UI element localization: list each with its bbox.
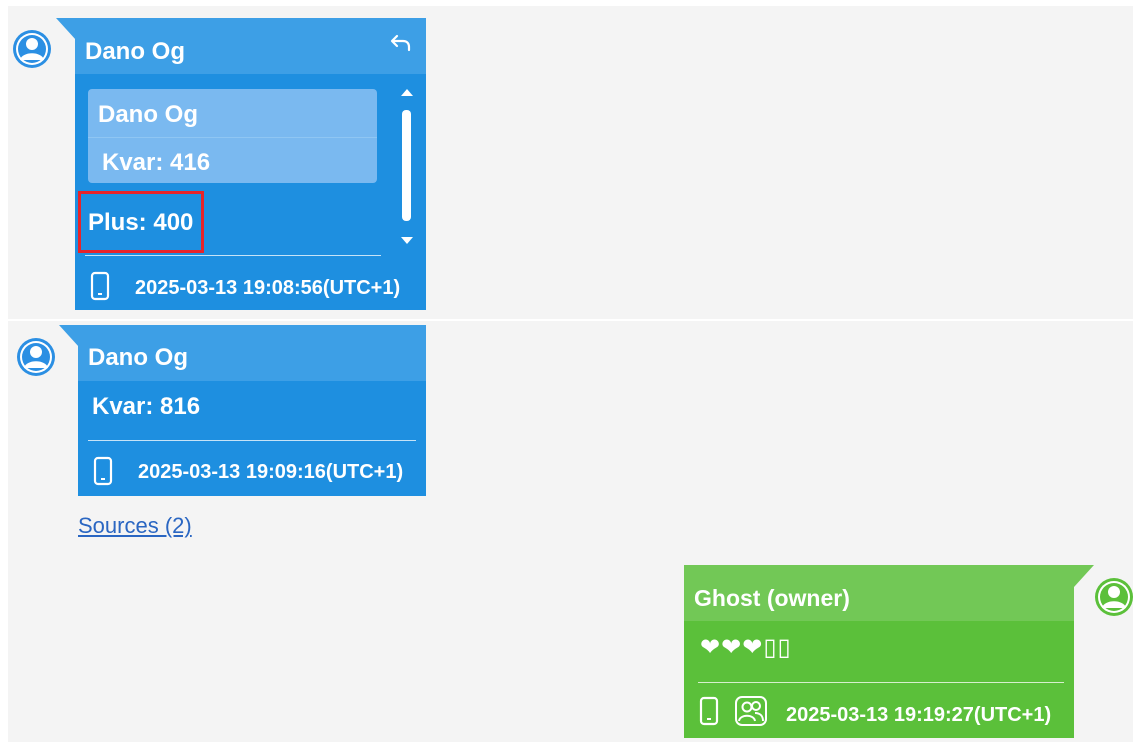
scroll-up-arrow-icon[interactable] (399, 86, 415, 98)
scroll-down-arrow-icon[interactable] (399, 235, 415, 247)
message-timestamp: 2025-03-13 19:09:16(UTC+1) (138, 461, 404, 483)
message-bubble: Dano Og Kvar: 816 2025-03-13 19:09:16(UT… (78, 325, 426, 496)
user-avatar-icon[interactable] (16, 337, 56, 377)
scrollbar-thumb[interactable] (402, 110, 411, 221)
phone-icon (699, 696, 719, 726)
quoted-sender: Dano Og (98, 101, 198, 128)
message-timestamp: 2025-03-13 19:19:27(UTC+1) (786, 704, 1052, 726)
reply-icon[interactable] (390, 34, 412, 52)
sources-link[interactable]: Sources (2) (78, 513, 192, 539)
user-avatar-icon[interactable] (12, 29, 52, 69)
user-avatar-icon[interactable] (1094, 577, 1133, 617)
phone-icon (90, 271, 110, 301)
message-timestamp: 2025-03-13 19:08:56(UTC+1) (135, 277, 401, 299)
quoted-text: Kvar: 416 (102, 149, 211, 176)
sender-name: Dano Og (85, 38, 185, 65)
sender-name: Dano Og (88, 344, 188, 371)
message-text: Kvar: 816 (92, 393, 201, 420)
message-bubble-own: Ghost (owner) ❤❤❤▯▯ 2025-03-13 19:19:27(… (684, 565, 1074, 738)
phone-icon (93, 456, 113, 486)
message-bubble: Dano Og Dano Og Kvar: 416 Plus: 400 2025… (75, 18, 426, 310)
quoted-message[interactable]: Dano Og Kvar: 416 (88, 89, 377, 183)
sender-name: Ghost (owner) (694, 585, 850, 611)
contact-icon (735, 696, 767, 726)
message-text: ❤❤❤▯▯ (700, 634, 792, 661)
message-text: Plus: 400 (88, 209, 194, 236)
